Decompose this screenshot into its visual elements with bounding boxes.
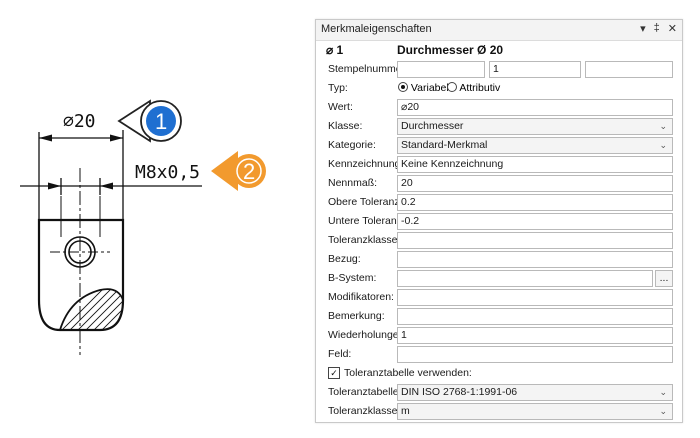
toleranzklasse-label: Toleranzklasse: — [328, 234, 401, 246]
row-wert: Wert: ⌀20 — [316, 98, 682, 117]
untere-toleranz-field[interactable]: -0.2 — [397, 213, 673, 230]
properties-panel: Merkmaleigenschaften ▾ ‡ ✕ ⌀ 1 Durchmess… — [315, 19, 683, 423]
pin-icon[interactable]: ‡ — [654, 22, 660, 35]
row-kennzeichnung: Kennzeichnung: Keine Kennzeichnung — [316, 155, 682, 174]
dim1-arrow-right — [110, 134, 123, 142]
dim2-arrow-left — [48, 182, 61, 190]
radio-variabel-icon — [398, 82, 408, 92]
row-toleranzklasse-select: Toleranzklasse: m ⌄ — [316, 402, 682, 421]
stempelnummer-field-1[interactable] — [397, 61, 485, 78]
b-system-field[interactable] — [397, 270, 653, 287]
row-nennmass: Nennmaß: 20 — [316, 174, 682, 193]
row-bemerkung: Bemerkung: — [316, 307, 682, 326]
row-feld: Feld: — [316, 345, 682, 364]
klasse-label: Klasse: — [328, 120, 363, 132]
obere-toleranz-label: Obere Toleranz: — [328, 196, 403, 208]
chevron-down-icon: ⌄ — [659, 406, 667, 416]
radio-attributiv[interactable]: Attributiv — [447, 82, 500, 94]
panel-titlebar: Merkmaleigenschaften ▾ ‡ ✕ — [316, 20, 682, 41]
feature-number: ⌀ 1 — [326, 43, 344, 57]
row-bezug: Bezug: — [316, 250, 682, 269]
wert-field[interactable]: ⌀20 — [397, 99, 673, 116]
kategorie-value: Standard-Merkmal — [401, 139, 488, 151]
toleranztabelle-value: DIN ISO 2768-1:1991-06 — [401, 386, 518, 398]
bemerkung-label: Bemerkung: — [328, 310, 385, 322]
feature-title: Durchmesser Ø 20 — [397, 43, 504, 57]
row-wiederholungen: Wiederholungen: 1 — [316, 326, 682, 345]
row-toleranztabelle: Toleranztabelle: DIN ISO 2768-1:1991-06 … — [316, 383, 682, 402]
kennzeichnung-label: Kennzeichnung: — [328, 158, 404, 170]
bezug-label: Bezug: — [328, 253, 361, 265]
nennmass-label: Nennmaß: — [328, 177, 378, 189]
stempelnummer-field-2[interactable]: 1 — [489, 61, 581, 78]
toleranztabelle-checkbox[interactable]: ✓ — [328, 367, 340, 379]
row-stempelnummer: Stempelnummer: 1 — [316, 60, 682, 79]
bezug-field[interactable] — [397, 251, 673, 268]
radio-attributiv-icon — [447, 82, 457, 92]
row-toleranztabelle-check: ✓ Toleranztabelle verwenden: — [316, 364, 682, 383]
chevron-down-icon: ⌄ — [659, 121, 667, 131]
dim1-arrow-left — [39, 134, 52, 142]
radio-variabel-label: Variabel — [410, 82, 449, 94]
row-b-system: B-System: ... — [316, 269, 682, 288]
wiederholungen-label: Wiederholungen: — [328, 329, 408, 341]
kategorie-select[interactable]: Standard-Merkmal ⌄ — [397, 137, 673, 154]
nennmass-field[interactable]: 20 — [397, 175, 673, 192]
row-untere-toleranz: Untere Toleranz: -0.2 — [316, 212, 682, 231]
radio-attributiv-label: Attributiv — [459, 82, 501, 94]
row-toleranzklasse: Toleranzklasse: — [316, 231, 682, 250]
row-klasse: Klasse: Durchmesser ⌄ — [316, 117, 682, 136]
wert-label: Wert: — [328, 101, 353, 113]
feld-label: Feld: — [328, 348, 352, 360]
bubble2-number: 2 — [243, 159, 255, 184]
panel-title: Merkmaleigenschaften — [321, 23, 432, 35]
toleranzklasse-select-label: Toleranzklasse: — [328, 405, 401, 417]
toleranzklasse-select[interactable]: m ⌄ — [397, 403, 673, 420]
modifikatoren-label: Modifikatoren: — [328, 291, 394, 303]
b-system-label: B-System: — [328, 272, 377, 284]
typ-label: Typ: — [328, 82, 348, 94]
close-icon[interactable]: ✕ — [668, 22, 677, 35]
radio-variabel[interactable]: Variabel — [398, 82, 449, 94]
feature-header: ⌀ 1 Durchmesser Ø 20 — [316, 41, 682, 60]
untere-toleranz-label: Untere Toleranz: — [328, 215, 405, 227]
feld-field[interactable] — [397, 346, 673, 363]
kategorie-label: Kategorie: — [328, 139, 376, 151]
dim1-text: ⌀20 — [63, 111, 96, 132]
dim2-text: M8x0,5 — [135, 162, 200, 183]
dim2-arrow-right — [100, 182, 113, 190]
klasse-value: Durchmesser — [401, 120, 464, 132]
bemerkung-field[interactable] — [397, 308, 673, 325]
stempelnummer-label: Stempelnummer: — [328, 63, 408, 75]
section-hatch — [60, 289, 123, 330]
b-system-browse-button[interactable]: ... — [655, 270, 673, 287]
row-obere-toleranz: Obere Toleranz: 0.2 — [316, 193, 682, 212]
toleranzklasse-value: m — [401, 405, 410, 417]
toleranzklasse-field[interactable] — [397, 232, 673, 249]
panel-title-icons: ▾ ‡ ✕ — [640, 22, 677, 35]
technical-drawing: ⌀20 1 M8x0,5 2 — [20, 99, 266, 355]
toleranztabelle-label: Toleranztabelle: — [328, 386, 402, 398]
dropdown-icon[interactable]: ▾ — [640, 22, 646, 35]
obere-toleranz-field[interactable]: 0.2 — [397, 194, 673, 211]
row-kategorie: Kategorie: Standard-Merkmal ⌄ — [316, 136, 682, 155]
bubble1-number: 1 — [155, 109, 167, 134]
toleranztabelle-select[interactable]: DIN ISO 2768-1:1991-06 ⌄ — [397, 384, 673, 401]
kennzeichnung-field[interactable]: Keine Kennzeichnung — [397, 156, 673, 173]
chevron-down-icon: ⌄ — [659, 140, 667, 150]
chevron-down-icon: ⌄ — [659, 387, 667, 397]
wiederholungen-field[interactable]: 1 — [397, 327, 673, 344]
toleranztabelle-check-label: Toleranztabelle verwenden: — [344, 367, 472, 379]
row-modifikatoren: Modifikatoren: — [316, 288, 682, 307]
stempelnummer-field-3[interactable] — [585, 61, 673, 78]
modifikatoren-field[interactable] — [397, 289, 673, 306]
row-typ: Typ: Variabel Attributiv — [316, 79, 682, 98]
klasse-select[interactable]: Durchmesser ⌄ — [397, 118, 673, 135]
